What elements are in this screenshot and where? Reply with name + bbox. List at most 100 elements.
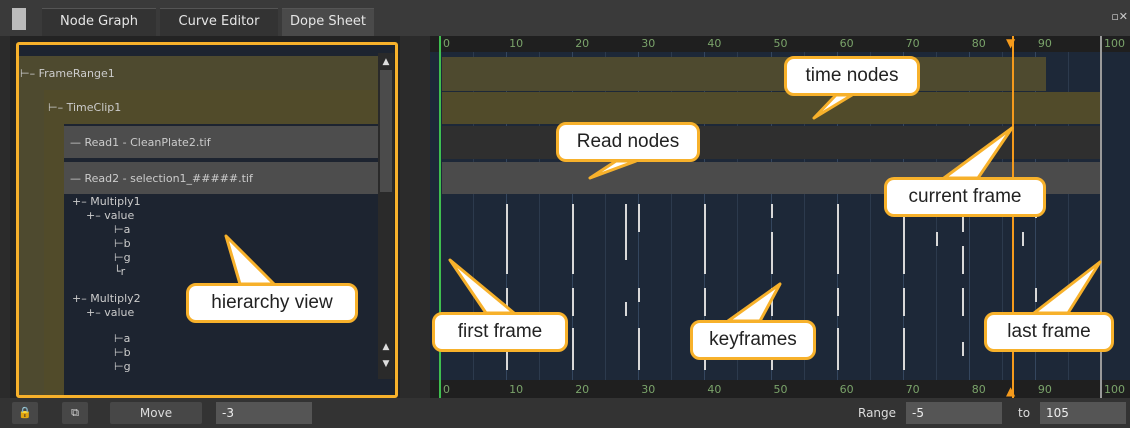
keyframe-mark[interactable] bbox=[572, 232, 575, 246]
keyframe-mark[interactable] bbox=[1021, 232, 1024, 246]
keyframe-mark[interactable] bbox=[572, 356, 575, 370]
read1-bar[interactable] bbox=[442, 126, 1102, 159]
copy-icon[interactable]: ⧉ bbox=[62, 402, 88, 424]
lock-icon[interactable]: 🔒 bbox=[12, 402, 38, 424]
tree-row-read2[interactable]: — Read2 - selection1_#####.tif bbox=[64, 162, 380, 194]
keyframe-mark[interactable] bbox=[506, 246, 509, 260]
keyframe-mark[interactable] bbox=[902, 218, 905, 232]
keyframe-mark[interactable] bbox=[506, 356, 509, 370]
channel-row[interactable]: └r bbox=[114, 265, 394, 279]
keyframe-mark[interactable] bbox=[625, 204, 628, 218]
keyframe-mark[interactable] bbox=[638, 288, 641, 302]
keyframe-mark[interactable] bbox=[506, 204, 509, 218]
keyframe-mark[interactable] bbox=[770, 232, 773, 246]
keyframe-mark[interactable] bbox=[836, 246, 839, 260]
range-start-field[interactable]: -5 bbox=[906, 402, 1002, 424]
timeclip-bar[interactable] bbox=[442, 92, 1102, 124]
keyframe-mark[interactable] bbox=[962, 302, 965, 316]
keyframe-mark[interactable] bbox=[638, 342, 641, 356]
keyframe-mark[interactable] bbox=[770, 246, 773, 260]
keyframe-mark[interactable] bbox=[506, 218, 509, 232]
keyframe-mark[interactable] bbox=[704, 232, 707, 246]
keyframe-mark[interactable] bbox=[902, 246, 905, 260]
keyframe-mark[interactable] bbox=[836, 302, 839, 316]
keyframe-mark[interactable] bbox=[836, 232, 839, 246]
channel-row[interactable]: ⊢a bbox=[114, 332, 394, 346]
keyframe-mark[interactable] bbox=[902, 302, 905, 316]
channel-row[interactable]: ⊢a bbox=[114, 223, 394, 237]
keyframe-mark[interactable] bbox=[704, 218, 707, 232]
keyframe-mark[interactable] bbox=[572, 218, 575, 232]
keyframe-mark[interactable] bbox=[836, 260, 839, 274]
keyframe-mark[interactable] bbox=[902, 328, 905, 342]
keyframe-mark[interactable] bbox=[625, 302, 628, 316]
keyframe-mark[interactable] bbox=[770, 302, 773, 316]
current-frame-handle-icon[interactable]: ▲ bbox=[1006, 384, 1015, 398]
keyframe-mark[interactable] bbox=[902, 232, 905, 246]
move-button[interactable]: Move bbox=[110, 402, 202, 424]
keyframe-mark[interactable] bbox=[902, 356, 905, 370]
keyframe-mark[interactable] bbox=[572, 246, 575, 260]
keyframe-mark[interactable] bbox=[572, 302, 575, 316]
tab-dope-sheet[interactable]: Dope Sheet bbox=[282, 8, 374, 37]
keyframe-mark[interactable] bbox=[836, 288, 839, 302]
keyframe-mark[interactable] bbox=[506, 232, 509, 246]
keyframe-mark[interactable] bbox=[572, 328, 575, 342]
keyframe-mark[interactable] bbox=[902, 288, 905, 302]
keyframe-mark[interactable] bbox=[704, 246, 707, 260]
keyframe-mark[interactable] bbox=[962, 342, 965, 356]
keyframe-mark[interactable] bbox=[962, 288, 965, 302]
move-value-field[interactable]: -3 bbox=[216, 402, 312, 424]
keyframe-mark[interactable] bbox=[638, 328, 641, 342]
keyframe-mark[interactable] bbox=[770, 204, 773, 218]
keyframe-mark[interactable] bbox=[572, 204, 575, 218]
hierarchy-view[interactable]: ⊢– FrameRange1 ⊢– TimeClip1 — Read1 - Cl… bbox=[16, 42, 394, 396]
keyframe-mark[interactable] bbox=[770, 260, 773, 274]
channel-row[interactable]: ⊢b bbox=[114, 237, 394, 251]
keyframe-mark[interactable] bbox=[704, 302, 707, 316]
tab-node-graph[interactable]: Node Graph bbox=[42, 8, 156, 37]
keyframe-mark[interactable] bbox=[902, 342, 905, 356]
keyframe-mark[interactable] bbox=[962, 218, 965, 232]
tab-curve-editor[interactable]: Curve Editor bbox=[160, 8, 278, 37]
pane-menu-icon[interactable] bbox=[12, 8, 26, 30]
keyframe-mark[interactable] bbox=[638, 218, 641, 232]
tree-row-value1[interactable]: +– value bbox=[82, 209, 394, 223]
keyframe-mark[interactable] bbox=[1034, 288, 1037, 302]
keyframe-mark[interactable] bbox=[836, 342, 839, 356]
keyframe-mark[interactable] bbox=[704, 288, 707, 302]
keyframe-mark[interactable] bbox=[625, 246, 628, 260]
range-end-field[interactable]: 105 bbox=[1040, 402, 1126, 424]
current-frame-handle-icon[interactable]: ▼ bbox=[1006, 36, 1015, 50]
channel-row[interactable]: ⊢g bbox=[114, 251, 394, 265]
tree-row-timeclip[interactable]: ⊢– TimeClip1 bbox=[44, 90, 380, 124]
keyframe-mark[interactable] bbox=[962, 260, 965, 274]
keyframe-mark[interactable] bbox=[506, 260, 509, 274]
keyframe-mark[interactable] bbox=[836, 218, 839, 232]
keyframe-mark[interactable] bbox=[962, 246, 965, 260]
keyframe-mark[interactable] bbox=[625, 218, 628, 232]
framerange-bar[interactable] bbox=[442, 57, 1046, 91]
keyframe-mark[interactable] bbox=[704, 260, 707, 274]
keyframe-mark[interactable] bbox=[836, 204, 839, 218]
keyframe-mark[interactable] bbox=[638, 204, 641, 218]
keyframe-mark[interactable] bbox=[625, 232, 628, 246]
keyframe-mark[interactable] bbox=[836, 356, 839, 370]
tree-row-framerange[interactable]: ⊢– FrameRange1 bbox=[16, 56, 380, 90]
keyframe-mark[interactable] bbox=[704, 204, 707, 218]
keyframe-mark[interactable] bbox=[902, 260, 905, 274]
keyframe-mark[interactable] bbox=[836, 328, 839, 342]
keyframe-mark[interactable] bbox=[506, 288, 509, 302]
tree-row-multiply1[interactable]: +– Multiply1 bbox=[68, 195, 394, 209]
keyframe-mark[interactable] bbox=[638, 356, 641, 370]
channel-row[interactable]: ⊢b bbox=[114, 346, 394, 360]
float-close-icon[interactable]: ▫✕ bbox=[1111, 10, 1128, 23]
keyframe-mark[interactable] bbox=[572, 288, 575, 302]
channel-row[interactable]: ⊢g bbox=[114, 360, 394, 374]
keyframe-mark[interactable] bbox=[572, 260, 575, 274]
keyframe-mark[interactable] bbox=[770, 288, 773, 302]
scroll-down-icon[interactable]: ▼ bbox=[380, 357, 392, 371]
scroll-up-icon[interactable]: ▲ bbox=[380, 340, 392, 354]
keyframe-mark[interactable] bbox=[935, 232, 938, 246]
keyframe-mark[interactable] bbox=[572, 342, 575, 356]
